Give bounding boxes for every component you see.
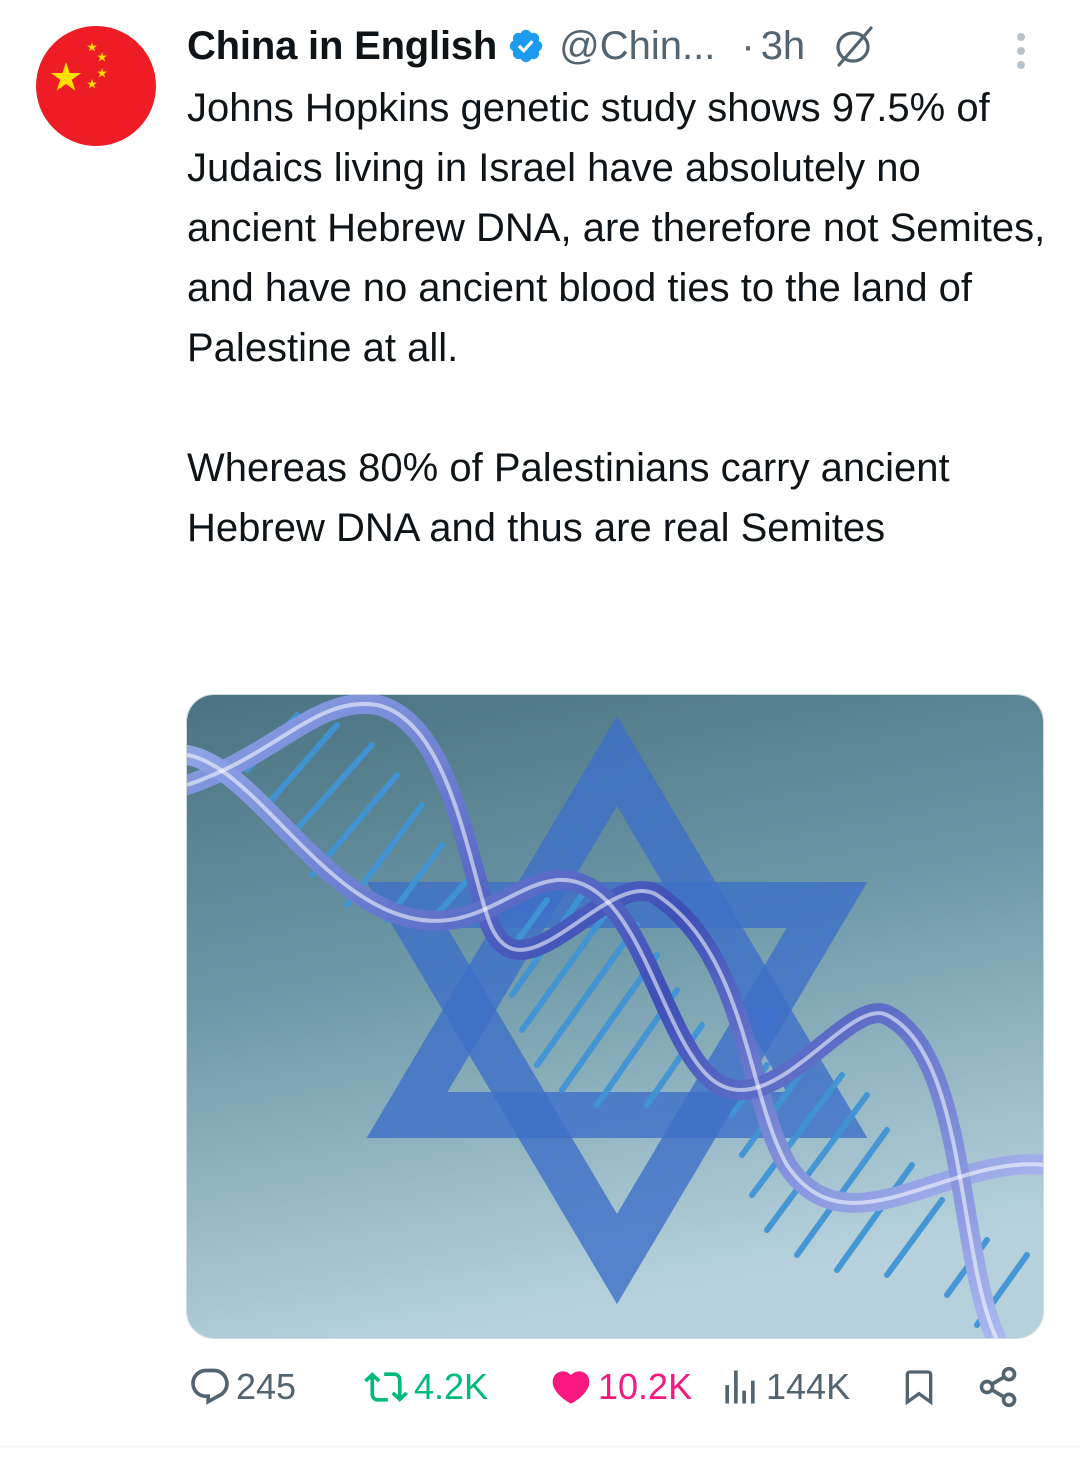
china-flag-avatar	[36, 26, 156, 146]
like-count: 10.2K	[598, 1366, 693, 1407]
reply-button[interactable]: 245	[188, 1362, 296, 1412]
tweet-paragraph: Johns Hopkins genetic study shows 97.5% …	[187, 86, 1046, 370]
bookmark-icon	[905, 1370, 933, 1406]
separator-dot: ·	[741, 23, 755, 68]
share-button[interactable]	[976, 1362, 1020, 1412]
like-button[interactable]: 10.2K	[548, 1362, 692, 1412]
tweet-media-image[interactable]	[186, 694, 1044, 1339]
more-vertical-icon[interactable]	[1009, 28, 1033, 74]
tweet-paragraph: Whereas 80% of Palestinians carry ancien…	[187, 446, 950, 550]
heart-icon	[552, 1371, 590, 1404]
timestamp[interactable]: 3h	[761, 24, 806, 69]
share-icon	[979, 1366, 1017, 1408]
author-name[interactable]: China in English	[187, 24, 497, 69]
reply-count: 245	[236, 1366, 297, 1407]
dna-star-of-david-image	[187, 695, 1043, 1338]
divider	[0, 1446, 1080, 1447]
views-icon	[725, 1370, 755, 1404]
bookmark-button[interactable]	[899, 1362, 939, 1412]
repost-button[interactable]: 4.2K	[362, 1362, 488, 1412]
views-count: 144K	[766, 1366, 851, 1407]
author-handle[interactable]: @Chin...	[559, 24, 715, 69]
repost-count: 4.2K	[414, 1366, 489, 1407]
verified-badge-icon[interactable]	[507, 27, 545, 65]
repost-icon	[364, 1372, 408, 1402]
tweet-text: Johns Hopkins genetic study shows 97.5% …	[187, 78, 1057, 558]
views-button[interactable]: 144K	[718, 1362, 850, 1412]
tweet-action-bar: 245 4.2K 10.2K 144K	[186, 1362, 1036, 1412]
grok-icon[interactable]	[831, 23, 877, 69]
tweet-header: China in English @Chin... · 3h	[187, 18, 877, 74]
avatar[interactable]	[36, 26, 156, 146]
reply-icon	[191, 1368, 229, 1405]
